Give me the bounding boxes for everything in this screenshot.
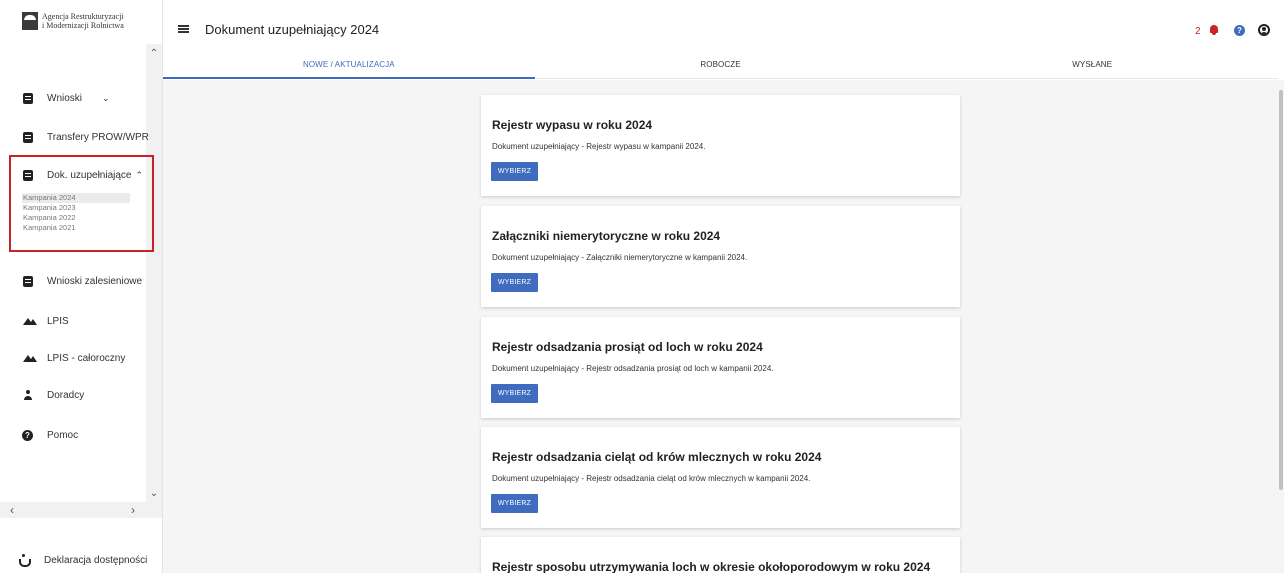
sidebar-item-label: Wnioski zalesieniowe xyxy=(47,275,143,287)
sidebar-item-wnioski[interactable]: Wnioski ⌄ xyxy=(22,92,110,104)
accessibility-label: Deklaracja dostępności xyxy=(44,554,148,566)
card-description: Dokument uzupełniający - Załączniki niem… xyxy=(492,253,748,262)
sidebar-item-label: LPIS xyxy=(47,315,69,327)
mountain-icon xyxy=(22,315,37,327)
sidebar: Agencja Restrukturyzacji i Modernizacji … xyxy=(0,0,163,573)
tab-robocze[interactable]: ROBOCZE xyxy=(535,56,907,78)
card-description: Dokument uzupełniający - Rejestr odsadza… xyxy=(492,474,811,483)
help-icon: ? xyxy=(22,429,33,441)
sidebar-item-label: Wnioski xyxy=(47,92,83,104)
scroll-left-icon[interactable]: ‹ xyxy=(10,502,14,518)
tab-wyslane[interactable]: WYSŁANE xyxy=(906,56,1278,78)
document-card: Rejestr wypasu w roku 2024 Dokument uzup… xyxy=(481,95,960,196)
select-button[interactable]: WYBIERZ xyxy=(491,384,538,403)
card-title: Rejestr wypasu w roku 2024 xyxy=(492,118,653,132)
help-icon[interactable]: ? xyxy=(1234,25,1245,36)
select-button[interactable]: WYBIERZ xyxy=(491,494,538,513)
accessibility-declaration-link[interactable]: Deklaracja dostępności xyxy=(18,554,148,567)
hamburger-menu-icon[interactable] xyxy=(178,25,189,33)
tab-nowe-aktualizacja[interactable]: NOWE / AKTUALIZACJA xyxy=(163,56,535,79)
card-title: Załączniki niemerytoryczne w roku 2024 xyxy=(492,229,721,243)
page-scrollbar[interactable] xyxy=(1278,80,1284,573)
document-card: Rejestr odsadzania prosiąt od loch w rok… xyxy=(481,317,960,418)
logo-line-1: Agencja Restrukturyzacji xyxy=(42,12,124,21)
card-description: Dokument uzupełniający - Rejestr wypasu … xyxy=(492,142,706,151)
arimr-logo[interactable]: Agencja Restrukturyzacji i Modernizacji … xyxy=(22,12,124,30)
card-title: Rejestr odsadzania prosiąt od loch w rok… xyxy=(492,340,763,354)
tab-bar: NOWE / AKTUALIZACJA ROBOCZE WYSŁANE xyxy=(163,56,1278,79)
sidebar-item-label: Pomoc xyxy=(47,429,79,441)
select-button[interactable]: WYBIERZ xyxy=(491,273,538,292)
document-icon xyxy=(22,275,33,287)
scrollbar-thumb[interactable] xyxy=(1279,90,1283,490)
bell-icon[interactable] xyxy=(1209,25,1219,36)
accessibility-icon xyxy=(18,554,31,567)
person-icon xyxy=(22,389,33,401)
page-title: Dokument uzupełniający 2024 xyxy=(205,22,380,37)
sidebar-item-label: LPIS - całoroczny xyxy=(47,352,126,364)
sidebar-item-lpis-caloroczny[interactable]: LPIS - całoroczny xyxy=(22,352,125,364)
document-icon xyxy=(22,131,33,143)
sidebar-item-transfery[interactable]: Transfery PROW/WPR xyxy=(22,131,149,143)
scroll-up-icon[interactable]: ⌃ xyxy=(146,48,162,59)
document-card: Rejestr odsadzania cieląt od krów mleczn… xyxy=(481,427,960,528)
sidebar-item-wnioski-zalesieniowe[interactable]: Wnioski zalesieniowe xyxy=(22,275,142,287)
scroll-down-icon[interactable]: ⌄ xyxy=(146,488,162,499)
document-card: Załączniki niemerytoryczne w roku 2024 D… xyxy=(481,206,960,307)
sidebar-item-doradcy[interactable]: Doradcy xyxy=(22,389,84,401)
document-card: Rejestr sposobu utrzymywania loch w okre… xyxy=(481,537,960,573)
top-app-bar: Dokument uzupełniający 2024 2 ? xyxy=(163,0,1284,42)
card-title: Rejestr sposobu utrzymywania loch w okre… xyxy=(492,560,931,573)
sidebar-item-pomoc[interactable]: ? Pomoc xyxy=(22,429,78,441)
sidebar-vertical-scrollbar[interactable]: ⌃ ⌄ xyxy=(146,44,162,504)
document-icon xyxy=(22,92,33,104)
sidebar-item-label: Doradcy xyxy=(47,389,85,401)
sidebar-item-lpis[interactable]: LPIS xyxy=(22,315,69,327)
mountain-icon xyxy=(22,352,37,364)
sidebar-horizontal-scrollbar[interactable]: ‹ › xyxy=(0,502,162,518)
app-window: Agencja Restrukturyzacji i Modernizacji … xyxy=(0,0,1284,573)
card-title: Rejestr odsadzania cieląt od krów mleczn… xyxy=(492,450,822,464)
sidebar-item-label: Transfery PROW/WPR xyxy=(47,131,149,143)
card-description: Dokument uzupełniający - Rejestr odsadza… xyxy=(492,364,774,373)
select-button[interactable]: WYBIERZ xyxy=(491,162,538,181)
notification-count[interactable]: 2 xyxy=(1195,26,1201,37)
main-content: Rejestr wypasu w roku 2024 Dokument uzup… xyxy=(163,80,1278,573)
logo-line-2: i Modernizacji Rolnictwa xyxy=(42,21,124,30)
arimr-logo-icon xyxy=(22,12,38,30)
scroll-right-icon[interactable]: › xyxy=(131,502,135,518)
highlight-annotation-box xyxy=(9,155,154,252)
account-icon[interactable] xyxy=(1258,24,1270,36)
chevron-down-icon: ⌄ xyxy=(102,92,110,103)
